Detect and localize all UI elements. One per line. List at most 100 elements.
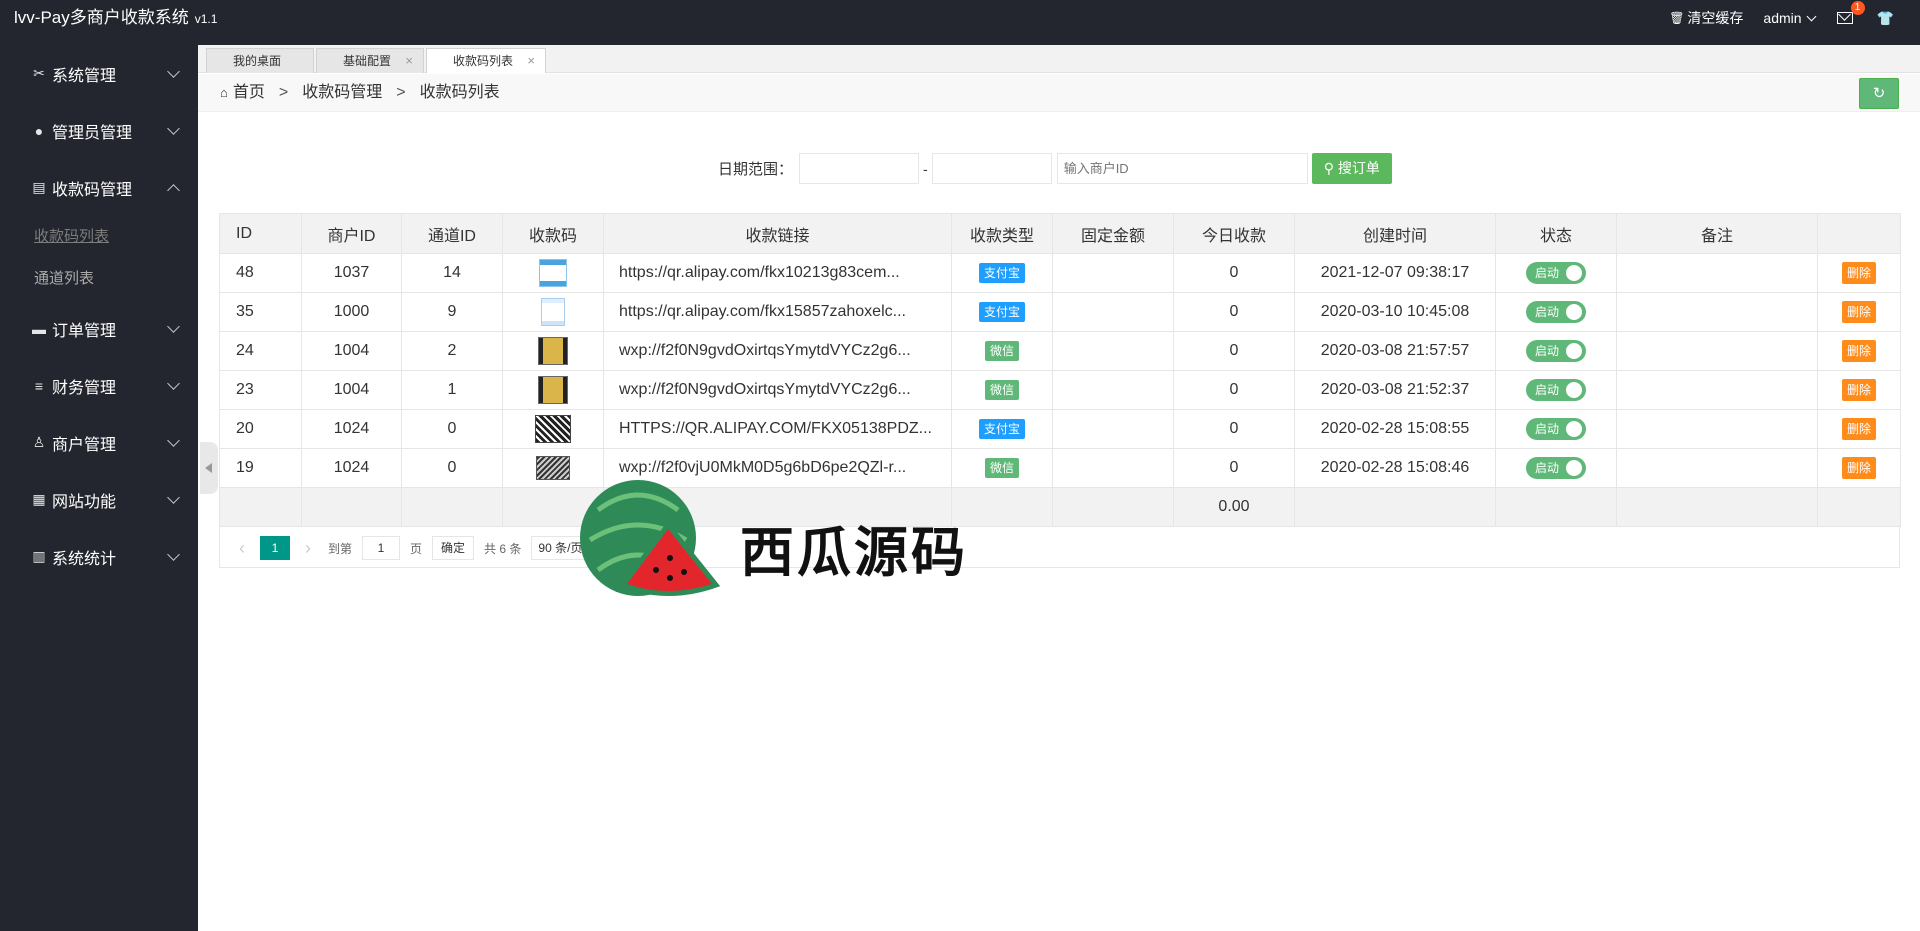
date-start-input[interactable] [799,153,920,184]
qrcode-thumbnail[interactable] [538,337,568,365]
chevron-down-icon [167,377,180,390]
cell-id: 35 [219,292,302,332]
prev-page-button[interactable]: ‹ [232,538,252,559]
total-cell [219,487,302,527]
theme-button[interactable]: 👕 [1877,0,1894,36]
status-toggle-label: 启动 [1535,344,1560,358]
cell-action: 删除 [1817,448,1901,488]
delete-button[interactable]: 删除 [1841,457,1876,479]
chevron-down-icon [167,491,180,504]
col-header-remark[interactable]: 备注 [1616,213,1818,254]
database-icon: ≡ [34,377,44,394]
chevron-down-icon [1806,11,1817,21]
clear-cache-label: 清空缓存 [1687,10,1744,26]
status-toggle[interactable]: 启动 [1526,340,1586,362]
qrcode-thumbnail[interactable] [539,259,567,287]
sidebar-item-merchants[interactable]: ♙ 商户管理 [0,414,198,471]
merchant-id-input[interactable] [1056,153,1308,184]
type-badge: 支付宝 [978,419,1025,439]
page-unit-label: 页 [410,541,423,556]
col-header-today[interactable]: 今日收款 [1173,213,1295,254]
sidebar-item-system[interactable]: ✂ 系统管理 [0,45,198,102]
goto-confirm-button[interactable]: 确定 [432,536,475,560]
tab-label: 基础配置 [343,54,392,68]
col-header-qrcode[interactable]: 收款码 [502,213,604,254]
user-icon: ● [34,122,44,139]
cell-id: 48 [219,253,302,293]
cell-type: 支付宝 [951,253,1053,293]
page-current[interactable]: 1 [260,536,290,560]
col-header-fixed-amount[interactable]: 固定金额 [1052,213,1174,254]
breadcrumb-home[interactable]: 首页 [233,74,265,112]
col-header-link[interactable]: 收款链接 [603,213,952,254]
status-toggle[interactable]: 启动 [1526,457,1586,479]
delete-button[interactable]: 删除 [1841,418,1876,440]
top-bar: lvv-Pay多商户收款系统 v1.1 🗑 清空缓存 admin 1 👕 [0,0,1920,45]
sidebar-subitem-qrcode-list[interactable]: 收款码列表 [0,216,198,258]
chevron-down-icon [167,65,180,78]
app-brand[interactable]: lvv-Pay多商户收款系统 v1.1 [14,0,217,36]
cell-channel: 0 [401,409,503,449]
breadcrumb-level1[interactable]: 收款码管理 [302,74,382,112]
col-header-merchant[interactable]: 商户ID [301,213,402,254]
cell-merchant: 1000 [301,292,402,332]
sidebar-item-statistics[interactable]: ▥ 系统统计 [0,528,198,585]
cell-fixed-amount [1052,370,1174,410]
cell-type: 微信 [951,370,1053,410]
col-header-created[interactable]: 创建时间 [1294,213,1496,254]
tab-qrcode-list[interactable]: 收款码列表 × [426,48,546,73]
tab-basic-config[interactable]: 基础配置 × [316,48,424,73]
qrcode-thumbnail[interactable] [541,298,565,326]
date-end-input[interactable] [931,153,1052,184]
cell-created: 2020-03-08 21:52:37 [1294,370,1496,410]
doc-icon: ▤ [32,179,46,195]
sidebar-item-website[interactable]: ▦ 网站功能 [0,471,198,528]
cell-merchant: 1004 [301,331,402,371]
close-icon[interactable]: × [405,49,413,73]
qrcode-thumbnail[interactable] [536,456,570,480]
sidebar-collapse-toggle[interactable] [200,442,218,494]
cell-fixed-amount [1052,448,1174,488]
next-page-button[interactable]: › [298,538,318,559]
col-header-status[interactable]: 状态 [1495,213,1617,254]
delete-button[interactable]: 删除 [1841,262,1876,284]
cell-status: 启动 [1495,409,1617,449]
clear-cache-button[interactable]: 🗑 清空缓存 [1669,0,1743,36]
close-icon[interactable]: × [527,49,535,73]
sidebar-subitem-channel-list[interactable]: 通道列表 [0,258,198,300]
delete-button[interactable]: 删除 [1841,340,1876,362]
col-header-channel[interactable]: 通道ID [401,213,503,254]
status-toggle[interactable]: 启动 [1526,418,1586,440]
user-menu[interactable]: admin [1763,0,1817,36]
type-badge: 微信 [984,341,1019,361]
delete-button[interactable]: 删除 [1841,301,1876,323]
sidebar-item-label: 系统管理 [52,67,117,85]
refresh-button[interactable]: ↻ [1859,78,1899,109]
status-toggle[interactable]: 启动 [1526,379,1586,401]
sidebar-item-orders[interactable]: ▬ 订单管理 [0,300,198,357]
mail-button[interactable]: 1 [1836,0,1865,36]
cell-fixed-amount [1052,409,1174,449]
delete-button[interactable]: 删除 [1841,379,1876,401]
cell-status: 启动 [1495,253,1617,293]
qrcode-thumbnail[interactable] [538,376,568,404]
col-header-id[interactable]: ID [219,213,302,254]
goto-page-input[interactable]: 1 [362,536,401,560]
sidebar-item-admins[interactable]: ● 管理员管理 [0,102,198,159]
col-header-type[interactable]: 收款类型 [951,213,1053,254]
sidebar-item-finance[interactable]: ≡ 财务管理 [0,357,198,414]
type-badge: 微信 [984,380,1019,400]
table-row: 35 1000 9 https://qr.alipay.com/fkx15857… [219,292,1901,332]
sidebar-item-qrcodes[interactable]: ▤ 收款码管理 [0,159,198,216]
tab-desktop[interactable]: 我的桌面 [206,48,314,73]
toggle-knob [1566,421,1582,437]
search-button[interactable]: ⚲ 搜订单 [1311,153,1392,184]
status-toggle[interactable]: 启动 [1526,262,1586,284]
card-icon: ▬ [32,320,46,337]
total-cell [1294,487,1496,527]
status-toggle[interactable]: 启动 [1526,301,1586,323]
chevron-up-icon [167,184,180,197]
cell-created: 2020-02-28 15:08:46 [1294,448,1496,488]
toggle-knob [1566,382,1582,398]
qrcode-thumbnail[interactable] [535,415,571,443]
